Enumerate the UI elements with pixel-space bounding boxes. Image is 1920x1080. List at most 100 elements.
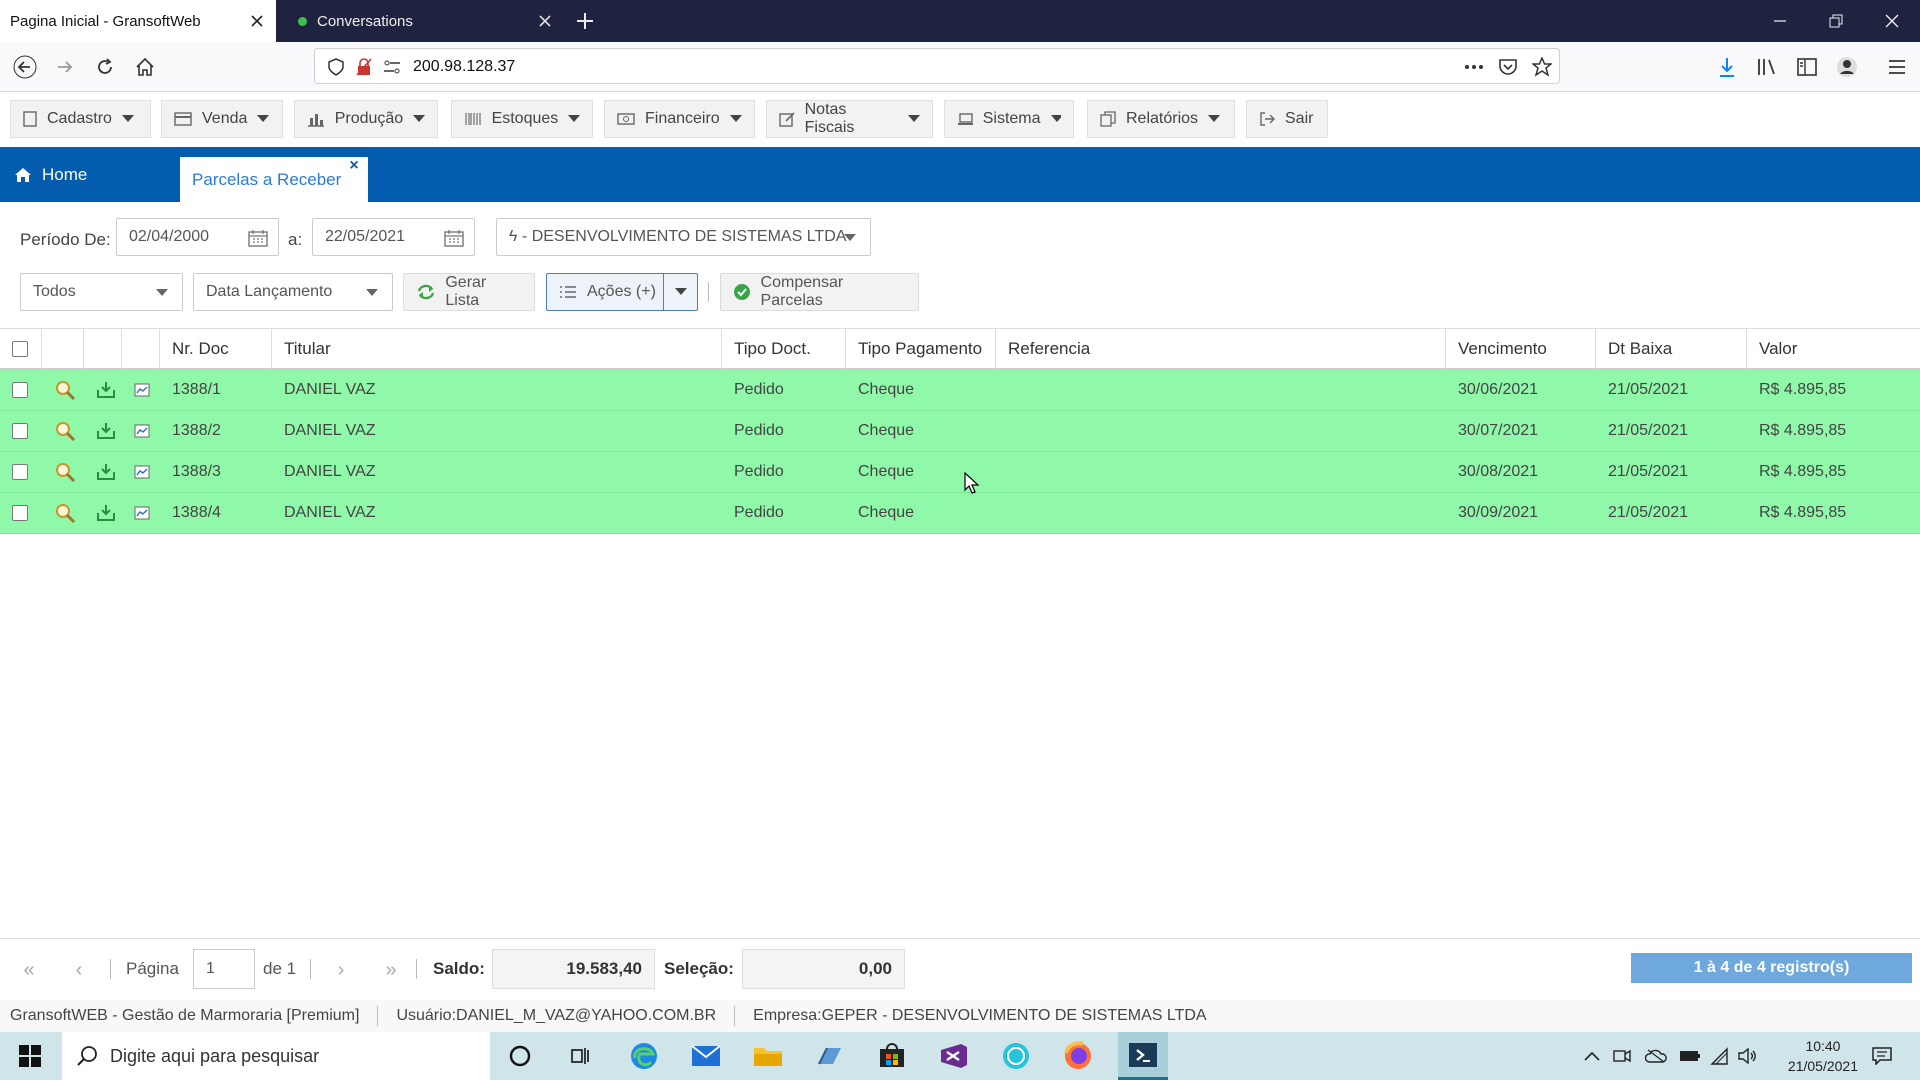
empresa-select[interactable]: ϟ - DESENVOLVIMENTO DE SISTEMAS LTDA [496, 218, 871, 256]
view-details-icon[interactable] [42, 493, 84, 533]
col-vencimento[interactable]: Vencimento [1446, 329, 1596, 369]
library-icon[interactable] [1750, 50, 1784, 84]
page-input[interactable]: 1 [193, 949, 255, 989]
app-icon[interactable] [810, 1038, 850, 1074]
select-all-checkbox[interactable] [12, 341, 28, 357]
calendar-icon[interactable] [442, 226, 466, 250]
back-icon[interactable] [8, 50, 42, 84]
col-dt-baixa[interactable]: Dt Baixa [1596, 329, 1747, 369]
home-icon[interactable] [128, 50, 162, 84]
edge-icon[interactable] [624, 1038, 664, 1074]
close-tab-icon[interactable]: × [346, 158, 362, 175]
table-row[interactable]: 1388/1 DANIEL VAZ Pedido Cheque 30/06/2021 21… [0, 370, 1920, 411]
windows-start-icon[interactable] [10, 1038, 50, 1074]
menu-sair[interactable]: Sair [1246, 100, 1328, 138]
menu-venda[interactable]: Venda [161, 100, 283, 138]
next-page-icon[interactable]: › [326, 955, 356, 985]
row-checkbox[interactable] [12, 423, 28, 439]
table-row[interactable]: 1388/4 DANIEL VAZ Pedido Cheque 30/09/2021 21… [0, 493, 1920, 534]
account-icon[interactable] [1830, 50, 1864, 84]
permissions-icon[interactable] [379, 54, 405, 80]
status-select[interactable]: Todos [20, 273, 183, 311]
date-from-field[interactable]: 02/04/2000 [116, 218, 279, 256]
menu-notas-fiscais[interactable]: Notas Fiscais [766, 100, 933, 138]
first-page-icon[interactable]: « [14, 955, 44, 985]
col-tipo-doct[interactable]: Tipo Doct. [722, 329, 846, 369]
sidebar-icon[interactable] [1790, 50, 1824, 84]
tab-parcelas-a-receber[interactable]: Parcelas a Receber × [180, 157, 368, 202]
menu-producao[interactable]: Produção [294, 100, 438, 138]
date-to-field[interactable]: 22/05/2021 [312, 218, 475, 256]
download-icon[interactable] [84, 411, 122, 451]
view-details-icon[interactable] [42, 411, 84, 451]
acoes-dropdown-toggle[interactable] [663, 274, 697, 310]
col-referencia[interactable]: Referencia [996, 329, 1446, 369]
active-app-icon[interactable] [1118, 1032, 1168, 1080]
task-view-icon[interactable] [560, 1038, 600, 1074]
downloads-icon[interactable] [1710, 50, 1744, 84]
menu-financeiro[interactable]: Financeiro [604, 100, 755, 138]
col-nr-doc[interactable]: Nr. Doc [160, 329, 272, 369]
hamburger-menu-icon[interactable] [1880, 50, 1914, 84]
new-tab-icon[interactable] [570, 6, 600, 36]
restore-icon[interactable] [1808, 0, 1864, 42]
meet-now-icon[interactable] [1608, 1038, 1636, 1074]
close-icon[interactable] [530, 6, 560, 36]
prev-page-icon[interactable]: ‹ [64, 955, 94, 985]
notifications-icon[interactable] [1862, 1038, 1902, 1074]
battery-icon[interactable] [1676, 1038, 1704, 1074]
last-page-icon[interactable]: » [376, 955, 406, 985]
chart-icon[interactable] [122, 411, 160, 451]
chart-icon[interactable] [122, 370, 160, 410]
download-icon[interactable] [84, 452, 122, 492]
shield-icon[interactable] [323, 54, 349, 80]
acoes-button[interactable]: Ações (+) [546, 273, 698, 311]
menu-relatorios[interactable]: Relatórios [1087, 100, 1235, 138]
chart-icon[interactable] [122, 493, 160, 533]
firefox-icon[interactable] [1058, 1038, 1098, 1074]
col-tipo-pagamento[interactable]: Tipo Pagamento [846, 329, 996, 369]
col-valor[interactable]: Valor [1747, 329, 1920, 369]
date-type-select[interactable]: Data Lançamento [193, 273, 393, 311]
show-hidden-icons[interactable] [1578, 1038, 1606, 1074]
minimize-icon[interactable] [1752, 0, 1808, 42]
download-icon[interactable] [84, 493, 122, 533]
forward-icon[interactable] [48, 50, 82, 84]
menu-cadastro[interactable]: Cadastro [10, 100, 151, 138]
close-window-icon[interactable] [1864, 0, 1920, 42]
onedrive-icon[interactable] [1642, 1038, 1670, 1074]
browser-tab-conversations[interactable]: Conversations [288, 0, 564, 42]
more-icon[interactable] [1461, 54, 1487, 80]
calendar-icon[interactable] [246, 226, 270, 250]
file-explorer-icon[interactable] [748, 1038, 788, 1074]
row-checkbox[interactable] [12, 505, 28, 521]
tab-home[interactable]: Home [14, 147, 87, 202]
compensar-parcelas-button[interactable]: Compensar Parcelas [720, 273, 919, 311]
whatsapp-icon[interactable] [996, 1038, 1036, 1074]
chart-icon[interactable] [122, 452, 160, 492]
address-bar[interactable]: 200.98.128.37 [314, 48, 1560, 84]
mail-icon[interactable] [686, 1038, 726, 1074]
taskbar-clock[interactable]: 10:40 21/05/2021 [1788, 1036, 1858, 1076]
volume-icon[interactable] [1734, 1038, 1762, 1074]
browser-tab-gransoft[interactable]: Pagina Inicial - GransoftWeb [0, 0, 276, 42]
store-icon[interactable] [872, 1038, 912, 1074]
menu-sistema[interactable]: Sistema [944, 100, 1074, 138]
bookmark-star-icon[interactable] [1529, 54, 1555, 80]
visual-studio-icon[interactable] [934, 1038, 974, 1074]
col-titular[interactable]: Titular [272, 329, 722, 369]
taskbar-search-box[interactable]: Digite aqui para pesquisar [62, 1032, 490, 1080]
row-checkbox[interactable] [12, 382, 28, 398]
close-icon[interactable] [242, 6, 272, 36]
wifi-icon[interactable] [1706, 1038, 1734, 1074]
insecure-lock-icon[interactable] [351, 54, 377, 80]
pocket-icon[interactable] [1495, 54, 1521, 80]
view-details-icon[interactable] [42, 452, 84, 492]
reload-icon[interactable] [88, 50, 122, 84]
cortana-icon[interactable] [500, 1038, 540, 1074]
view-details-icon[interactable] [42, 370, 84, 410]
gerar-lista-button[interactable]: Gerar Lista [403, 273, 535, 311]
table-row[interactable]: 1388/2 DANIEL VAZ Pedido Cheque 30/07/2021 21… [0, 411, 1920, 452]
menu-estoques[interactable]: Estoques [451, 100, 593, 138]
table-row[interactable]: 1388/3 DANIEL VAZ Pedido Cheque 30/08/2021 21… [0, 452, 1920, 493]
